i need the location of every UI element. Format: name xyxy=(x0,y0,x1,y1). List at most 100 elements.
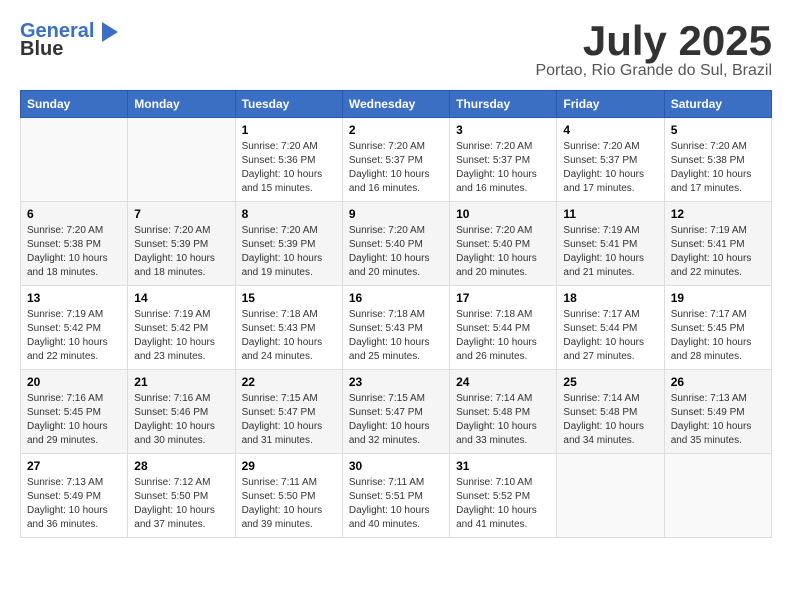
sunrise: Sunrise: 7:19 AM xyxy=(563,225,639,236)
day-info: Sunrise: 7:17 AM Sunset: 5:44 PM Dayligh… xyxy=(563,308,657,364)
sunrise: Sunrise: 7:10 AM xyxy=(456,477,532,488)
calendar-week-3: 13 Sunrise: 7:19 AM Sunset: 5:42 PM Dayl… xyxy=(21,286,772,370)
sunset: Sunset: 5:43 PM xyxy=(242,323,316,334)
calendar-cell: 7 Sunrise: 7:20 AM Sunset: 5:39 PM Dayli… xyxy=(128,202,235,286)
daylight: Daylight: 10 hours and 26 minutes. xyxy=(456,337,537,362)
calendar-cell: 29 Sunrise: 7:11 AM Sunset: 5:50 PM Dayl… xyxy=(235,454,342,538)
sunrise: Sunrise: 7:19 AM xyxy=(27,309,103,320)
location: Portao, Rio Grande do Sul, Brazil xyxy=(535,62,772,80)
sunset: Sunset: 5:42 PM xyxy=(27,323,101,334)
day-info: Sunrise: 7:18 AM Sunset: 5:43 PM Dayligh… xyxy=(242,308,336,364)
day-number: 1 xyxy=(242,123,336,137)
day-info: Sunrise: 7:11 AM Sunset: 5:51 PM Dayligh… xyxy=(349,476,443,532)
sunset: Sunset: 5:40 PM xyxy=(456,239,530,250)
day-number: 8 xyxy=(242,207,336,221)
calendar-table: SundayMondayTuesdayWednesdayThursdayFrid… xyxy=(20,90,772,538)
day-info: Sunrise: 7:15 AM Sunset: 5:47 PM Dayligh… xyxy=(242,392,336,448)
calendar-cell: 21 Sunrise: 7:16 AM Sunset: 5:46 PM Dayl… xyxy=(128,370,235,454)
daylight: Daylight: 10 hours and 23 minutes. xyxy=(134,337,215,362)
day-info: Sunrise: 7:10 AM Sunset: 5:52 PM Dayligh… xyxy=(456,476,550,532)
daylight: Daylight: 10 hours and 31 minutes. xyxy=(242,421,323,446)
sunset: Sunset: 5:45 PM xyxy=(27,407,101,418)
day-number: 7 xyxy=(134,207,228,221)
header-wednesday: Wednesday xyxy=(342,91,449,118)
calendar-cell: 16 Sunrise: 7:18 AM Sunset: 5:43 PM Dayl… xyxy=(342,286,449,370)
sunrise: Sunrise: 7:18 AM xyxy=(242,309,318,320)
daylight: Daylight: 10 hours and 20 minutes. xyxy=(349,253,430,278)
day-info: Sunrise: 7:19 AM Sunset: 5:42 PM Dayligh… xyxy=(27,308,121,364)
title-section: July 2025 Portao, Rio Grande do Sul, Bra… xyxy=(535,20,772,80)
sunset: Sunset: 5:43 PM xyxy=(349,323,423,334)
sunrise: Sunrise: 7:13 AM xyxy=(27,477,103,488)
sunrise: Sunrise: 7:18 AM xyxy=(456,309,532,320)
daylight: Daylight: 10 hours and 30 minutes. xyxy=(134,421,215,446)
day-info: Sunrise: 7:18 AM Sunset: 5:44 PM Dayligh… xyxy=(456,308,550,364)
day-info: Sunrise: 7:20 AM Sunset: 5:38 PM Dayligh… xyxy=(27,224,121,280)
daylight: Daylight: 10 hours and 33 minutes. xyxy=(456,421,537,446)
calendar-cell: 18 Sunrise: 7:17 AM Sunset: 5:44 PM Dayl… xyxy=(557,286,664,370)
sunset: Sunset: 5:44 PM xyxy=(456,323,530,334)
daylight: Daylight: 10 hours and 40 minutes. xyxy=(349,505,430,530)
day-number: 4 xyxy=(563,123,657,137)
calendar-cell xyxy=(557,454,664,538)
header-saturday: Saturday xyxy=(664,91,771,118)
day-number: 2 xyxy=(349,123,443,137)
sunrise: Sunrise: 7:20 AM xyxy=(563,141,639,152)
calendar-cell: 4 Sunrise: 7:20 AM Sunset: 5:37 PM Dayli… xyxy=(557,118,664,202)
sunset: Sunset: 5:38 PM xyxy=(671,155,745,166)
sunset: Sunset: 5:46 PM xyxy=(134,407,208,418)
calendar-cell: 13 Sunrise: 7:19 AM Sunset: 5:42 PM Dayl… xyxy=(21,286,128,370)
day-info: Sunrise: 7:20 AM Sunset: 5:39 PM Dayligh… xyxy=(242,224,336,280)
daylight: Daylight: 10 hours and 19 minutes. xyxy=(242,253,323,278)
sunset: Sunset: 5:51 PM xyxy=(349,491,423,502)
day-number: 18 xyxy=(563,291,657,305)
day-number: 11 xyxy=(563,207,657,221)
sunset: Sunset: 5:42 PM xyxy=(134,323,208,334)
sunrise: Sunrise: 7:17 AM xyxy=(563,309,639,320)
sunset: Sunset: 5:44 PM xyxy=(563,323,637,334)
calendar-cell: 22 Sunrise: 7:15 AM Sunset: 5:47 PM Dayl… xyxy=(235,370,342,454)
sunrise: Sunrise: 7:20 AM xyxy=(242,141,318,152)
day-info: Sunrise: 7:12 AM Sunset: 5:50 PM Dayligh… xyxy=(134,476,228,532)
day-number: 12 xyxy=(671,207,765,221)
day-number: 19 xyxy=(671,291,765,305)
logo-arrow-icon xyxy=(102,22,118,42)
sunset: Sunset: 5:47 PM xyxy=(349,407,423,418)
day-number: 20 xyxy=(27,375,121,389)
calendar-cell xyxy=(128,118,235,202)
sunset: Sunset: 5:45 PM xyxy=(671,323,745,334)
sunrise: Sunrise: 7:16 AM xyxy=(27,393,103,404)
day-number: 21 xyxy=(134,375,228,389)
calendar-cell: 24 Sunrise: 7:14 AM Sunset: 5:48 PM Dayl… xyxy=(450,370,557,454)
daylight: Daylight: 10 hours and 32 minutes. xyxy=(349,421,430,446)
sunset: Sunset: 5:50 PM xyxy=(134,491,208,502)
sunrise: Sunrise: 7:13 AM xyxy=(671,393,747,404)
daylight: Daylight: 10 hours and 34 minutes. xyxy=(563,421,644,446)
daylight: Daylight: 10 hours and 17 minutes. xyxy=(671,169,752,194)
sunrise: Sunrise: 7:14 AM xyxy=(563,393,639,404)
sunrise: Sunrise: 7:12 AM xyxy=(134,477,210,488)
day-number: 14 xyxy=(134,291,228,305)
calendar-cell: 27 Sunrise: 7:13 AM Sunset: 5:49 PM Dayl… xyxy=(21,454,128,538)
sunrise: Sunrise: 7:14 AM xyxy=(456,393,532,404)
sunrise: Sunrise: 7:11 AM xyxy=(242,477,317,488)
day-number: 29 xyxy=(242,459,336,473)
day-number: 25 xyxy=(563,375,657,389)
header-friday: Friday xyxy=(557,91,664,118)
header-sunday: Sunday xyxy=(21,91,128,118)
day-number: 28 xyxy=(134,459,228,473)
sunset: Sunset: 5:52 PM xyxy=(456,491,530,502)
calendar-cell: 3 Sunrise: 7:20 AM Sunset: 5:37 PM Dayli… xyxy=(450,118,557,202)
sunset: Sunset: 5:40 PM xyxy=(349,239,423,250)
calendar-cell xyxy=(664,454,771,538)
calendar-cell: 23 Sunrise: 7:15 AM Sunset: 5:47 PM Dayl… xyxy=(342,370,449,454)
sunrise: Sunrise: 7:20 AM xyxy=(671,141,747,152)
calendar-cell: 17 Sunrise: 7:18 AM Sunset: 5:44 PM Dayl… xyxy=(450,286,557,370)
daylight: Daylight: 10 hours and 15 minutes. xyxy=(242,169,323,194)
day-info: Sunrise: 7:19 AM Sunset: 5:41 PM Dayligh… xyxy=(563,224,657,280)
day-info: Sunrise: 7:20 AM Sunset: 5:40 PM Dayligh… xyxy=(349,224,443,280)
day-info: Sunrise: 7:19 AM Sunset: 5:42 PM Dayligh… xyxy=(134,308,228,364)
day-info: Sunrise: 7:17 AM Sunset: 5:45 PM Dayligh… xyxy=(671,308,765,364)
sunrise: Sunrise: 7:17 AM xyxy=(671,309,747,320)
day-number: 5 xyxy=(671,123,765,137)
